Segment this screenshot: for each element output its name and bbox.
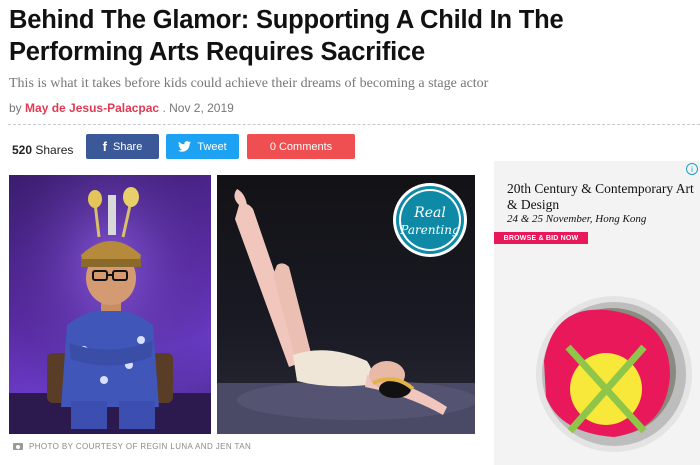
camera-icon	[13, 443, 23, 450]
dancer-photo: Real Parenting	[217, 175, 475, 434]
ad-browse-button[interactable]: BROWSE & BID NOW	[494, 232, 588, 244]
divider	[8, 124, 700, 125]
article-title: Behind The Glamor: Supporting A Child In…	[9, 6, 564, 66]
ad-date: 24 & 25 November, Hong Kong	[507, 213, 647, 225]
comments-label: 0 Comments	[269, 140, 333, 153]
twitter-bird-icon	[178, 141, 192, 152]
child-costume-photo	[9, 175, 211, 434]
author-link[interactable]: May de Jesus-Palacpac	[25, 101, 159, 115]
byline: by May de Jesus-Palacpac . Nov 2, 2019	[9, 101, 234, 115]
share-count-number: 520	[12, 143, 33, 157]
photo-caption: PHOTO BY COURTESY OF REGIN LUNA AND JEN …	[13, 442, 251, 451]
real-parenting-logo: Real Parenting	[393, 183, 467, 257]
advertisement[interactable]: i 20th Century & Contemporary Art & Desi…	[494, 161, 700, 465]
logo-text-real: Real	[413, 205, 446, 221]
logo-text-parenting: Parenting	[399, 223, 460, 237]
twitter-share-label: Tweet	[197, 140, 227, 153]
ad-choices-icon[interactable]: i	[686, 163, 698, 175]
facebook-share-button[interactable]: f Share	[86, 134, 159, 159]
photo-caption-text: PHOTO BY COURTESY OF REGIN LUNA AND JEN …	[29, 442, 252, 451]
share-count-label: Shares	[35, 143, 74, 157]
share-count: 520 Shares	[12, 143, 73, 157]
ad-title: 20th Century & Contemporary Art & Design	[507, 181, 694, 212]
twitter-share-button[interactable]: Tweet	[166, 134, 239, 159]
comments-button[interactable]: 0 Comments	[247, 134, 355, 159]
facebook-share-label: Share	[112, 140, 143, 153]
byline-prefix: by	[9, 101, 22, 115]
child-costume-illustration	[9, 175, 211, 434]
publish-date: . Nov 2, 2019	[162, 101, 234, 115]
facebook-icon: f	[102, 139, 107, 154]
article-subtitle: This is what it takes before kids could …	[9, 76, 489, 91]
